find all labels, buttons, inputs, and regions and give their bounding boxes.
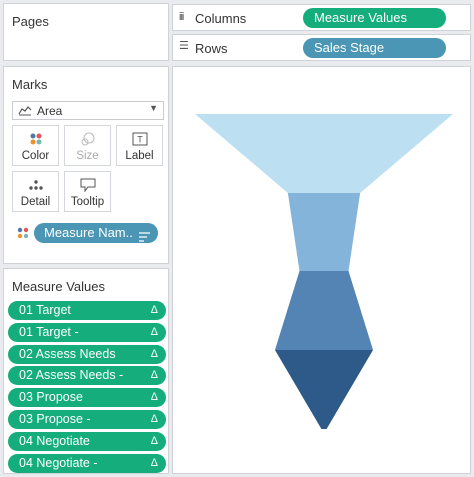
measure-value-label: 02 Assess Needs — [19, 346, 116, 361]
marks-card: Marks Area ▼ Color Size T Label Detail T… — [3, 66, 169, 264]
measure-value-label: 04 Negotiate — [19, 433, 90, 448]
measure-value-label: 01 Target - — [19, 324, 79, 339]
columns-shelf[interactable]: iii Columns Measure Values — [172, 4, 471, 31]
delta-icon: Δ — [150, 412, 158, 425]
color-dots-icon — [13, 131, 58, 147]
measure-value-label: 03 Propose - — [19, 411, 91, 426]
measure-names-pill[interactable]: Measure Nam.. — [34, 223, 158, 243]
delta-icon: Δ — [150, 456, 158, 469]
detail-button[interactable]: Detail — [12, 171, 59, 212]
area-chart-icon — [18, 104, 32, 119]
measure-value-pill[interactable]: 04 Negotiate - Δ — [8, 453, 166, 473]
funnel-stage-3[interactable] — [274, 271, 374, 350]
view-canvas[interactable] — [172, 66, 471, 474]
svg-text:T: T — [137, 135, 143, 145]
measure-value-pill[interactable]: 04 Negotiate Δ — [8, 431, 166, 451]
columns-icon: iii — [179, 11, 184, 23]
tooltip-button[interactable]: Tooltip — [64, 171, 111, 212]
delta-icon: Δ — [150, 434, 158, 447]
funnel-stage-1[interactable] — [195, 114, 453, 193]
measure-value-pill[interactable]: 02 Assess Needs - Δ — [8, 366, 166, 386]
columns-pill-measure-values[interactable]: Measure Values — [303, 8, 446, 28]
measure-names-pill-label: Measure Nam.. — [44, 225, 133, 240]
measure-values-card: Measure Values 01 Target Δ 01 Target - Δ 02 … — [3, 268, 169, 474]
funnel-stage-4[interactable] — [274, 350, 374, 429]
delta-icon: Δ — [150, 369, 158, 382]
delta-icon: Δ — [150, 391, 158, 404]
measure-value-label: 01 Target — [19, 303, 71, 317]
measure-values-title: Measure Values — [12, 279, 105, 294]
size-icon — [65, 131, 110, 147]
tooltip-label: Tooltip — [70, 196, 105, 208]
funnel-stage-2[interactable] — [287, 193, 361, 271]
marks-title: Marks — [12, 77, 48, 92]
delta-icon: Δ — [150, 347, 158, 360]
color-button[interactable]: Color — [12, 125, 59, 166]
detail-label: Detail — [20, 196, 51, 208]
color-dots-icon — [17, 227, 29, 242]
rows-shelf[interactable]: ☰ Rows Sales Stage — [172, 34, 471, 61]
size-button[interactable]: Size — [64, 125, 111, 166]
pages-title: Pages — [12, 14, 49, 29]
columns-label: Columns — [195, 11, 247, 26]
mark-type-label: Area — [37, 104, 63, 118]
measure-value-pill[interactable]: 02 Assess Needs Δ — [8, 344, 166, 364]
rows-icon: ☰ — [179, 40, 189, 52]
measure-value-pill[interactable]: 01 Target Δ — [8, 301, 166, 320]
measure-value-label: 04 Negotiate - — [19, 455, 98, 470]
measure-values-list: 01 Target Δ 01 Target - Δ 02 Assess Needs Δ 02… — [8, 301, 166, 475]
speech-bubble-icon — [65, 177, 110, 193]
delta-icon: Δ — [150, 304, 158, 316]
delta-icon: Δ — [150, 325, 158, 338]
text-label-icon: T — [117, 131, 162, 147]
measure-value-pill[interactable]: 03 Propose Δ — [8, 388, 166, 408]
label-label: Label — [125, 150, 154, 162]
measure-value-pill[interactable]: 01 Target - Δ — [8, 322, 166, 342]
sort-descending-icon — [139, 228, 150, 243]
measure-value-pill[interactable]: 03 Propose - Δ — [8, 409, 166, 429]
label-button[interactable]: T Label — [116, 125, 163, 166]
pages-shelf[interactable]: Pages — [3, 3, 169, 61]
rows-label: Rows — [195, 41, 228, 56]
funnel-chart — [195, 114, 453, 429]
rows-pill-sales-stage[interactable]: Sales Stage — [303, 38, 446, 58]
detail-dots-icon — [13, 177, 58, 193]
chevron-down-icon: ▼ — [149, 103, 158, 113]
mark-type-dropdown[interactable]: Area ▼ — [12, 101, 164, 120]
measure-value-label: 02 Assess Needs - — [19, 368, 124, 383]
measure-value-label: 03 Propose — [19, 390, 83, 405]
color-label: Color — [21, 150, 50, 162]
size-label: Size — [76, 150, 99, 162]
